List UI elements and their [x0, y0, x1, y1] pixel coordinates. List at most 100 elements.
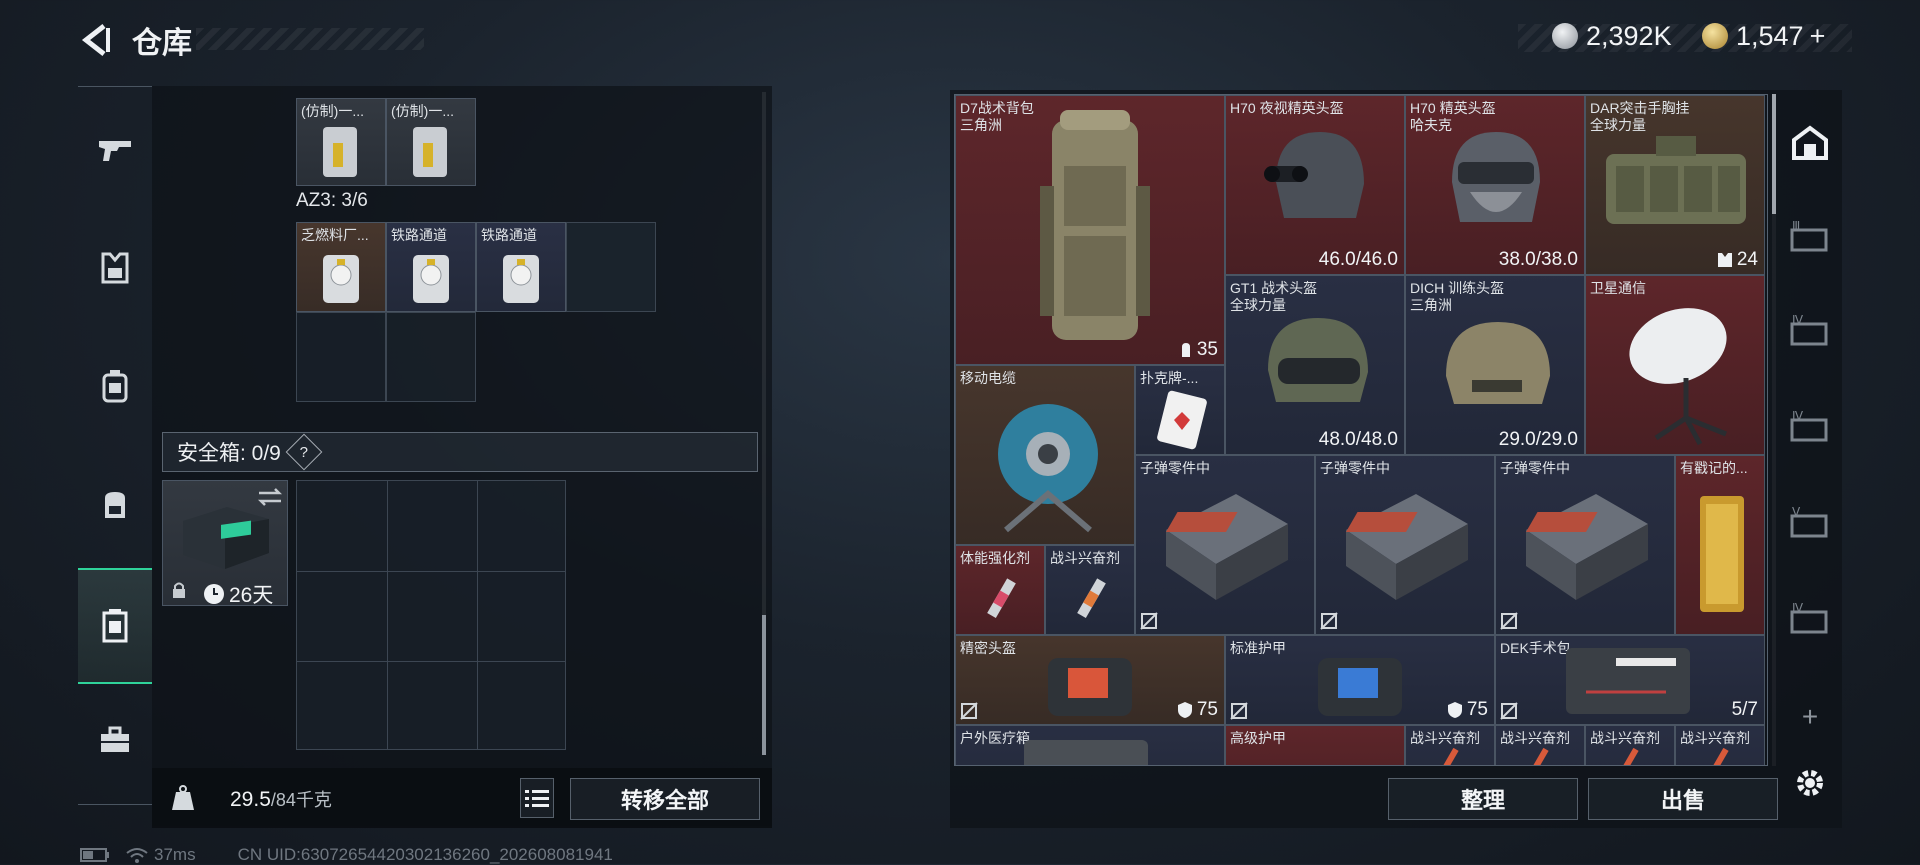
tab-level-4[interactable]: Ⅳ	[1782, 296, 1838, 366]
tab-warehouse[interactable]	[1782, 108, 1838, 178]
repair-kit-icon	[1048, 658, 1132, 716]
add-tab-button[interactable]: +	[1782, 682, 1838, 752]
item-label: (仿制)一...	[301, 103, 364, 119]
surgery-kit-icon	[1566, 648, 1690, 714]
weight-icon	[172, 785, 194, 810]
warehouse-item[interactable]: 子弹零件中	[1495, 455, 1675, 635]
satellite-dish-icon	[1629, 308, 1727, 446]
tab-roman: Ⅳ	[1792, 602, 1803, 615]
warehouse-item[interactable]: 精密头盔 75	[955, 635, 1225, 725]
warehouse-item[interactable]: 子弹零件中	[1315, 455, 1495, 635]
warehouse-item[interactable]: 有戳记的...	[1675, 455, 1765, 635]
item-label: 体能强化剂	[960, 550, 1030, 566]
empty-slot[interactable]	[296, 312, 386, 402]
item-durability: 29.0/29.0	[1498, 429, 1578, 450]
warehouse-item[interactable]: 移动电缆	[955, 365, 1135, 545]
nav-toolbox[interactable]	[78, 700, 152, 780]
nav-safe-box[interactable]	[78, 568, 152, 684]
warehouse-item[interactable]: 子弹零件中	[1135, 455, 1315, 635]
add-gold-icon[interactable]: +	[1810, 21, 1826, 52]
weapons-icon	[99, 141, 131, 161]
item-durability: 46.0/46.0	[1318, 249, 1398, 270]
warehouse-item[interactable]: 户外医疗箱	[955, 725, 1225, 765]
sort-button[interactable]: 整理	[1388, 778, 1578, 820]
tab-level-5[interactable]: Ⅴ	[1782, 488, 1838, 558]
no-insure-icon	[1140, 612, 1158, 630]
safe-box-grid[interactable]	[296, 480, 566, 750]
warehouse-item[interactable]: 战斗兴奋剂	[1675, 725, 1765, 765]
warehouse-item[interactable]: 卫星通信	[1585, 275, 1765, 455]
item-label: 铁路通道	[391, 227, 447, 243]
tab-level-4c[interactable]: Ⅳ	[1782, 584, 1838, 654]
safe-box-icon	[102, 609, 128, 643]
repair-kit-icon	[1318, 658, 1402, 716]
syringe-icon	[1713, 748, 1729, 765]
safe-box-icon	[183, 507, 269, 569]
warehouse-item[interactable]: H70 精英头盔 哈夫克 38.0/38.0	[1405, 95, 1585, 275]
item-capacity: 24	[1717, 249, 1758, 271]
tab-roman: Ⅳ	[1792, 314, 1803, 327]
help-icon[interactable]: ?	[285, 433, 323, 471]
nav-backpack[interactable]	[78, 464, 152, 544]
list-view-button[interactable]	[520, 778, 554, 818]
gold-amount: 1,547	[1736, 20, 1804, 51]
back-arrow-icon[interactable]	[78, 22, 114, 58]
warehouse-item[interactable]: 高级护甲	[1225, 725, 1405, 765]
inventory-item[interactable]: (仿制)一...	[296, 98, 386, 186]
nav-armor[interactable]	[78, 228, 152, 308]
sell-button[interactable]: 出售	[1588, 778, 1778, 820]
item-label: 移动电缆	[960, 370, 1016, 386]
ammo-parts-icon	[1165, 494, 1288, 600]
inventory-item[interactable]: 乏燃料厂...	[296, 222, 386, 312]
storage-tab-icon: Ⅳ	[1790, 602, 1828, 634]
backpack-icon	[1040, 110, 1150, 340]
warehouse-item[interactable]: 标准护甲 75	[1225, 635, 1495, 725]
item-label: 铁路通道	[481, 227, 537, 243]
inventory-item[interactable]: 铁路通道	[386, 222, 476, 312]
warehouse-item[interactable]: 战斗兴奋剂	[1045, 545, 1135, 635]
transfer-all-button[interactable]: 转移全部	[570, 778, 760, 820]
empty-slot[interactable]	[386, 312, 476, 402]
tab-level-3[interactable]: Ⅲ	[1782, 202, 1838, 272]
nav-chest-rig[interactable]	[78, 346, 152, 426]
warehouse-item[interactable]: DEK手术包 5/7	[1495, 635, 1765, 725]
warehouse-item[interactable]: D7战术背包 三角洲 35	[955, 95, 1225, 365]
inventory-item[interactable]: 铁路通道	[476, 222, 566, 312]
gold-currency[interactable]: 1,547 +	[1702, 20, 1825, 52]
expiry-timer: 26天	[203, 579, 273, 605]
tab-level-4b[interactable]: Ⅳ	[1782, 392, 1838, 462]
chest-rig-capacity-icon	[1717, 253, 1732, 267]
warehouse-item[interactable]: H70 夜视精英头盔 46.0/46.0	[1225, 95, 1405, 275]
warehouse-item[interactable]: GT1 战术头盔 全球力量 48.0/48.0	[1225, 275, 1405, 455]
warehouse-item[interactable]: 战斗兴奋剂	[1405, 725, 1495, 765]
safe-box-slot[interactable]: 26天	[162, 480, 288, 606]
item-label: 扑克牌-...	[1140, 370, 1199, 386]
cable-reel-icon	[998, 404, 1098, 533]
warehouse-item[interactable]: DICH 训练头盔 三角洲 29.0/29.0	[1405, 275, 1585, 455]
warehouse-item[interactable]: 扑克牌-...	[1135, 365, 1225, 455]
nav-weapons[interactable]	[78, 110, 152, 190]
item-label: (仿制)一...	[391, 103, 454, 119]
left-scrollbar-thumb[interactable]	[762, 615, 766, 755]
gold-bar-icon	[1700, 496, 1744, 612]
inventory-item[interactable]: (仿制)一...	[386, 98, 476, 186]
status-bar: 37ms CN UID:6307265442030213626​0_202608…	[80, 845, 613, 865]
syringe-icon	[1077, 578, 1106, 618]
right-scrollbar-thumb[interactable]	[1772, 94, 1776, 214]
item-label: 子弹零件中	[1140, 460, 1210, 476]
settings-button[interactable]	[1782, 748, 1838, 818]
helmet-icon	[1264, 132, 1364, 218]
silver-currency: 2,392K	[1552, 20, 1672, 52]
helmet-icon	[1446, 322, 1550, 404]
empty-slot[interactable]	[566, 222, 656, 312]
tab-roman: Ⅳ	[1792, 410, 1803, 423]
warehouse-item[interactable]: 战斗兴奋剂	[1585, 725, 1675, 765]
no-insure-icon	[1320, 612, 1338, 630]
item-label: 战斗兴奋剂	[1500, 730, 1570, 746]
capacity-icon	[1181, 343, 1190, 357]
helmet-icon	[1452, 132, 1540, 222]
warehouse-item[interactable]: 体能强化剂	[955, 545, 1045, 635]
warehouse-item[interactable]: DAR突击手胸挂 全球力量 24	[1585, 95, 1765, 275]
warehouse-item[interactable]: 战斗兴奋剂	[1495, 725, 1585, 765]
item-label: 卫星通信	[1590, 280, 1646, 296]
